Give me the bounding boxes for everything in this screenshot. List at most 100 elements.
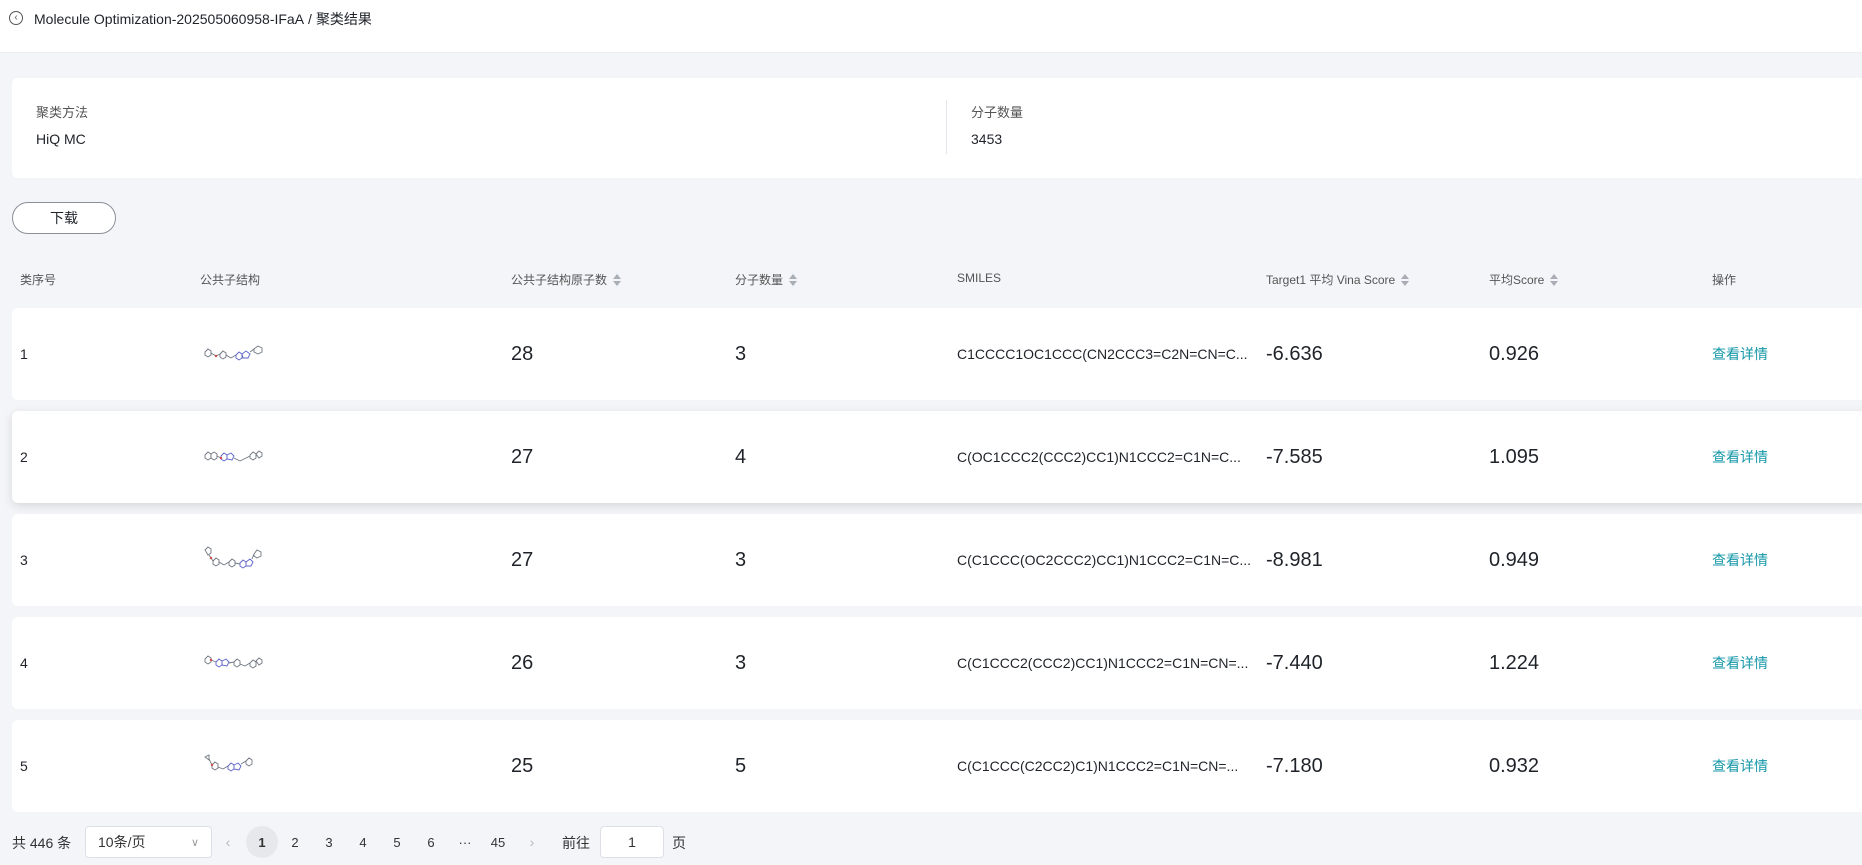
row-count: 5 — [735, 754, 747, 777]
breadcrumb-separator: / — [308, 11, 312, 27]
count-info: 分子数量 3453 — [971, 102, 1023, 147]
table-row: 1 28 3 C1CCCC1OC1CCC(CN2CCC3=C2N=CN=C...… — [12, 308, 1862, 400]
page-4-button[interactable]: 4 — [352, 826, 374, 858]
view-details-link[interactable]: 查看详情 — [1712, 308, 1768, 400]
goto-page-input[interactable] — [600, 826, 664, 858]
page-size-select[interactable]: 10条/页 ∨ — [85, 826, 212, 858]
row-atoms: 25 — [511, 754, 534, 777]
pagination: 共 446 条 10条/页 ∨ ‹ 1 2 3 4 5 6 ··· 45 › 前… — [0, 826, 1862, 858]
info-divider — [946, 100, 947, 154]
more-pages-button[interactable]: ··· — [454, 826, 476, 858]
view-details-link[interactable]: 查看详情 — [1712, 617, 1768, 709]
row-atoms: 28 — [511, 342, 534, 365]
chevron-down-icon: ∨ — [190, 837, 199, 849]
page-header: ‹ Molecule Optimization-202505060958-IFa… — [0, 0, 1862, 53]
molecule-structure-image — [204, 546, 262, 569]
row-smiles: C(C1CCC(OC2CCC2)CC1)N1CCC2=C1N=C... — [957, 552, 1252, 568]
structure-thumbnail[interactable] — [202, 617, 276, 709]
breadcrumb-current: 聚类结果 — [315, 11, 372, 27]
sort-icon[interactable] — [613, 273, 622, 286]
view-details-link[interactable]: 查看详情 — [1712, 411, 1768, 503]
download-button[interactable]: 下载 — [12, 202, 116, 234]
table-row: 5 25 5 C(C1CCC(C2CC2)C1)N1CCC2=C1N=CN=..… — [12, 720, 1862, 812]
page-5-button[interactable]: 5 — [386, 826, 408, 858]
page-45-button[interactable]: 45 — [487, 826, 509, 858]
structure-thumbnail[interactable] — [202, 411, 276, 503]
row-smiles: C(C1CCC(C2CC2)C1)N1CCC2=C1N=CN=... — [957, 758, 1239, 774]
row-score: 1.224 — [1489, 651, 1540, 674]
row-index: 3 — [20, 552, 28, 568]
row-smiles: C(C1CCC2(CCC2)CC1)N1CCC2=C1N=CN=... — [957, 655, 1249, 671]
col-count-header[interactable]: 分子数量 — [735, 271, 798, 288]
col-atoms-header[interactable]: 公共子结构原子数 — [511, 271, 622, 288]
breadcrumb-project[interactable]: Molecule Optimization-202505060958-IFaA — [34, 11, 304, 27]
row-score: 1.095 — [1489, 445, 1540, 468]
breadcrumb: Molecule Optimization-202505060958-IFaA /… — [34, 9, 372, 29]
row-index: 4 — [20, 655, 28, 671]
table-row: 3 27 3 C(C1CCC(OC2CCC2)CC1)N1CCC2=C1N=C.… — [12, 514, 1862, 606]
total-count: 共 446 条 — [12, 835, 72, 851]
row-vina: -7.180 — [1266, 754, 1323, 777]
row-vina: -7.585 — [1266, 445, 1323, 468]
next-page-button[interactable]: › — [521, 826, 543, 858]
structure-thumbnail[interactable] — [202, 720, 276, 812]
row-index: 5 — [20, 758, 28, 774]
page-unit-label: 页 — [672, 835, 686, 851]
molecule-structure-image — [204, 345, 263, 361]
page-2-button[interactable]: 2 — [284, 826, 306, 858]
table-row: 2 27 4 C(OC1CCC2(CCC2)CC1)N1CCC2=C1N=C..… — [12, 411, 1862, 503]
molecule-structure-image — [204, 754, 253, 772]
sort-icon[interactable] — [1401, 273, 1410, 286]
structure-thumbnail[interactable] — [202, 308, 276, 400]
col-score-label: 平均Score — [1489, 273, 1545, 287]
prev-page-button[interactable]: ‹ — [217, 826, 239, 858]
col-index-header: 类序号 — [20, 271, 56, 288]
back-icon[interactable]: ‹ — [9, 11, 23, 25]
table-header: 类序号 公共子结构 公共子结构原子数 分子数量 SMILES Target1 平… — [0, 268, 1862, 288]
row-atoms: 27 — [511, 445, 534, 468]
col-index-label: 类序号 — [20, 273, 57, 287]
count-label: 分子数量 — [971, 105, 1024, 120]
row-count: 3 — [735, 651, 747, 674]
sort-icon[interactable] — [1550, 273, 1559, 286]
col-op-header: 操作 — [1712, 271, 1736, 288]
method-label: 聚类方法 — [36, 105, 89, 120]
table-row: 4 26 3 C(C1CCC2(CCC2)CC1)N1CCC2=C1N=CN=.… — [12, 617, 1862, 709]
col-smiles-label: SMILES — [957, 271, 1002, 285]
structure-thumbnail[interactable] — [202, 514, 276, 606]
molecule-structure-image — [204, 655, 263, 669]
col-structure-label: 公共子结构 — [200, 273, 261, 287]
row-index: 2 — [20, 449, 28, 465]
row-score: 0.949 — [1489, 548, 1540, 571]
row-atoms: 26 — [511, 651, 534, 674]
row-count: 3 — [735, 342, 747, 365]
row-score: 0.926 — [1489, 342, 1540, 365]
summary-card: 聚类方法 HiQ MC 分子数量 3453 — [12, 78, 1862, 178]
goto-label: 前往 — [562, 835, 590, 851]
row-atoms: 27 — [511, 548, 534, 571]
view-details-link[interactable]: 查看详情 — [1712, 720, 1768, 812]
col-count-label: 分子数量 — [735, 273, 784, 287]
page-1-button[interactable]: 1 — [246, 826, 278, 858]
row-index: 1 — [20, 346, 28, 362]
row-vina: -7.440 — [1266, 651, 1323, 674]
page-size-value: 10条/页 — [98, 834, 146, 850]
row-count: 4 — [735, 445, 747, 468]
view-details-link[interactable]: 查看详情 — [1712, 514, 1768, 606]
row-vina: -6.636 — [1266, 342, 1323, 365]
row-count: 3 — [735, 548, 747, 571]
col-structure-header: 公共子结构 — [200, 271, 260, 288]
page-3-button[interactable]: 3 — [318, 826, 340, 858]
col-op-label: 操作 — [1712, 273, 1737, 287]
count-value: 3453 — [971, 131, 1003, 147]
col-vina-label: Target1 平均 Vina Score — [1266, 273, 1396, 287]
page-6-button[interactable]: 6 — [420, 826, 442, 858]
col-atoms-label: 公共子结构原子数 — [511, 273, 608, 287]
row-smiles: C1CCCC1OC1CCC(CN2CCC3=C2N=CN=C... — [957, 346, 1248, 362]
method-info: 聚类方法 HiQ MC — [36, 102, 88, 147]
row-score: 0.932 — [1489, 754, 1540, 777]
col-vina-header[interactable]: Target1 平均 Vina Score — [1266, 271, 1410, 288]
col-score-header[interactable]: 平均Score — [1489, 271, 1559, 288]
sort-icon[interactable] — [789, 273, 798, 286]
col-smiles-header: SMILES — [957, 271, 1001, 285]
